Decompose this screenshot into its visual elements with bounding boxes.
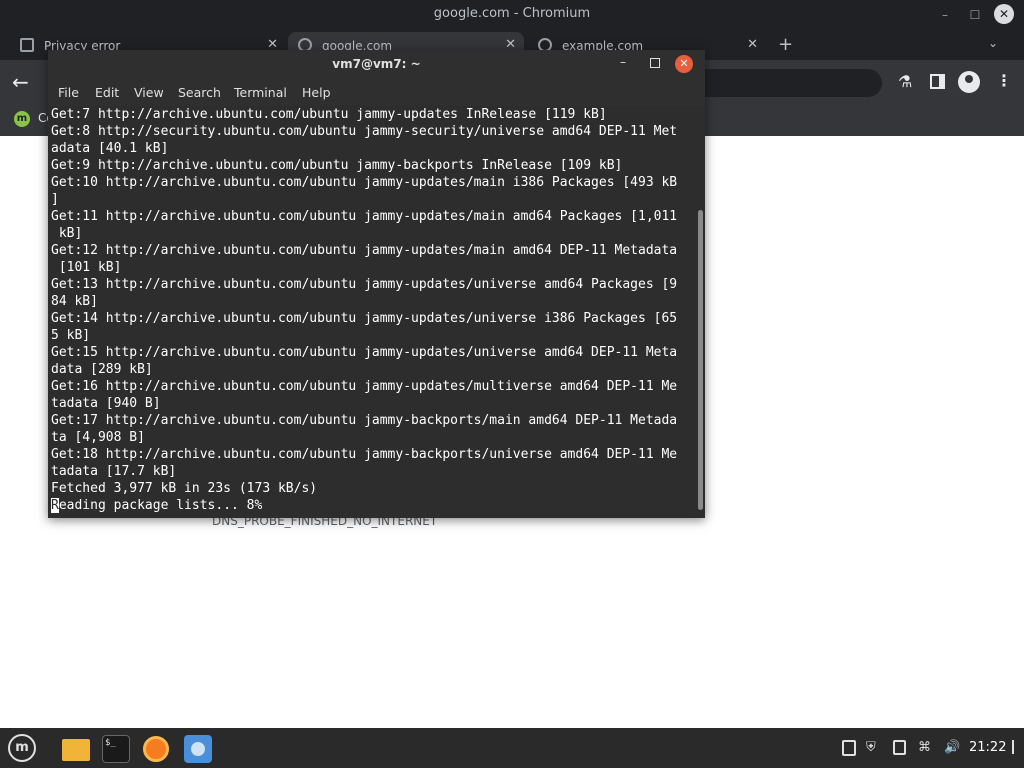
- menu-edit[interactable]: Edit: [95, 85, 119, 100]
- terminal-window[interactable]: vm7@vm7: ~ – ✕ File Edit View Search Ter…: [48, 50, 705, 518]
- update-manager-icon[interactable]: [893, 740, 906, 755]
- terminal-menubar: File Edit View Search Terminal Help: [48, 80, 705, 106]
- clipboard-icon[interactable]: [842, 740, 856, 756]
- menu-terminal[interactable]: Terminal: [234, 85, 287, 100]
- side-panel-icon[interactable]: [930, 74, 945, 89]
- terminal-scrollbar-thumb[interactable]: [698, 210, 703, 510]
- volume-icon[interactable]: 🔊: [944, 740, 960, 755]
- page-icon: [20, 38, 34, 52]
- firefox-icon[interactable]: [138, 731, 174, 767]
- mint-menu-icon[interactable]: m: [8, 734, 36, 762]
- terminal-minimize-icon[interactable]: –: [620, 55, 626, 69]
- terminal-log: Get:7 http://archive.ubuntu.com/ubuntu j…: [51, 107, 678, 496]
- chromium-window-title: google.com - Chromium: [433, 6, 591, 21]
- terminal-maximize-icon[interactable]: [650, 58, 660, 68]
- menu-view[interactable]: View: [134, 85, 164, 100]
- kebab-menu-icon[interactable]: ⋮: [996, 71, 1012, 90]
- terminal-output-area[interactable]: Get:7 http://archive.ubuntu.com/ubuntu j…: [48, 106, 696, 518]
- extension-icon[interactable]: ⚗: [898, 72, 912, 91]
- chromium-close-icon[interactable]: ✕: [994, 4, 1014, 24]
- terminal-title: vm7@vm7: ~: [332, 57, 421, 71]
- new-tab-icon[interactable]: +: [778, 34, 793, 55]
- back-arrow-icon[interactable]: ←: [12, 70, 29, 94]
- menu-help[interactable]: Help: [302, 85, 331, 100]
- terminal-close-icon[interactable]: ✕: [675, 55, 693, 73]
- terminal-glyph: $_: [102, 735, 130, 763]
- network-icon[interactable]: ⌘: [918, 740, 931, 755]
- menu-search[interactable]: Search: [178, 85, 221, 100]
- terminal-output: Get:7 http://archive.ubuntu.com/ubuntu j…: [51, 106, 677, 514]
- tab-search-chevron-icon[interactable]: ⌄: [988, 36, 998, 50]
- show-desktop-icon[interactable]: [1012, 740, 1018, 754]
- terminal-icon[interactable]: $_: [98, 731, 134, 767]
- chromium-titlebar: google.com - Chromium – ☐ ✕: [0, 0, 1024, 30]
- chromium-icon[interactable]: [180, 731, 216, 767]
- mint-bookmark-icon: m: [14, 111, 30, 127]
- chromium-maximize-icon[interactable]: ☐: [966, 6, 984, 24]
- menu-file[interactable]: File: [58, 85, 79, 100]
- taskbar: m $_ ⛨ ⌘ 🔊 21:22: [0, 728, 1024, 768]
- chromium-minimize-icon[interactable]: –: [936, 6, 954, 24]
- terminal-current-line: eading package lists... 8%: [58, 498, 263, 513]
- files-icon[interactable]: [58, 731, 94, 767]
- profile-avatar-icon[interactable]: [958, 71, 980, 93]
- tab-close-icon[interactable]: ✕: [747, 37, 758, 52]
- terminal-scrollbar[interactable]: [696, 106, 705, 518]
- address-bar[interactable]: [700, 69, 882, 97]
- shield-icon[interactable]: ⛨: [866, 740, 876, 755]
- terminal-titlebar[interactable]: vm7@vm7: ~ – ✕: [48, 50, 705, 80]
- clock[interactable]: 21:22: [969, 740, 1006, 755]
- terminal-cursor: R: [51, 498, 59, 513]
